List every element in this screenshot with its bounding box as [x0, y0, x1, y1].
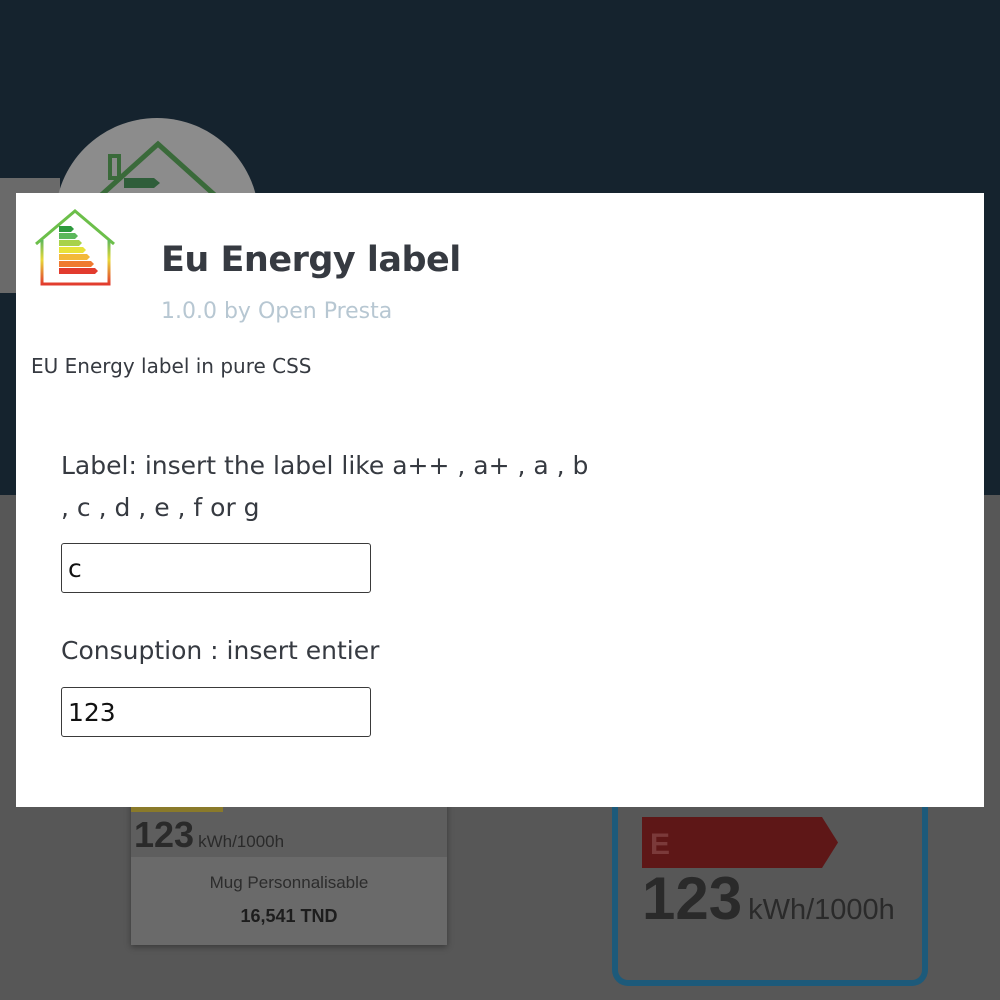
product-name[interactable]: Mug Personnalisable — [131, 873, 447, 893]
module-version-author: 1.0.0 by Open Presta — [161, 299, 393, 324]
product-consumption: 123 kWh/1000h — [134, 814, 284, 856]
module-description: EU Energy label in pure CSS — [31, 354, 312, 378]
energy-class-arrow — [642, 817, 838, 868]
module-title: Eu Energy label — [161, 240, 461, 280]
consumption-value: 123 — [134, 814, 195, 855]
label-field-label: Label: insert the label like a++ , a+ , … — [61, 451, 589, 522]
energy-class-letter: E — [650, 828, 671, 861]
module-config-modal: Eu Energy label 1.0.0 by Open Presta EU … — [16, 193, 984, 807]
consumption-unit: kWh/1000h — [198, 832, 285, 851]
energy-class-input[interactable] — [61, 543, 371, 593]
energy-label-consumption: 123 kWh/1000h — [642, 864, 895, 933]
product-price: 16,541 TND — [240, 906, 338, 926]
energy-house-icon — [35, 209, 115, 286]
consumption-input[interactable] — [61, 687, 371, 737]
consumption-field-label: Consuption : insert entier — [61, 636, 380, 665]
consumption-value: 123 — [642, 865, 743, 932]
consumption-unit: kWh/1000h — [748, 894, 895, 926]
